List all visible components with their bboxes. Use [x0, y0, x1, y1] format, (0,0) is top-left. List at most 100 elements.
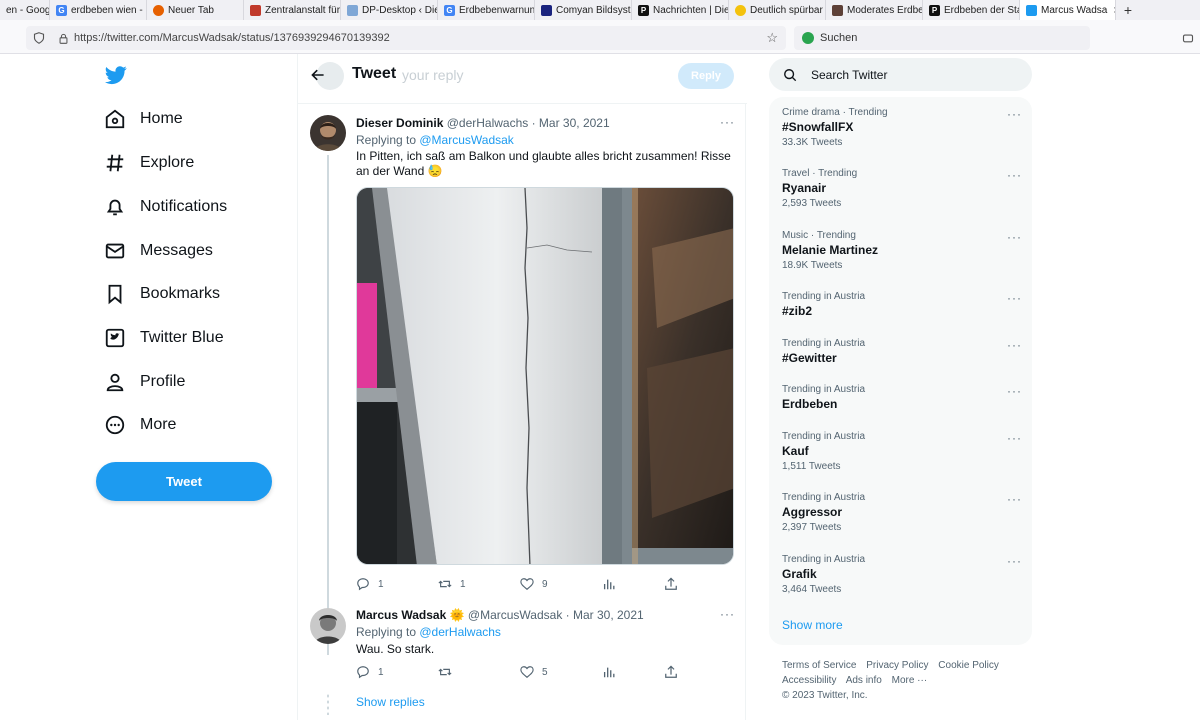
- analytics-icon: [603, 667, 615, 678]
- lock-icon[interactable]: [56, 31, 70, 45]
- trend-count: 3,464 Tweets: [782, 584, 842, 595]
- sidebar-item-more[interactable]: More: [104, 410, 176, 440]
- more-options-icon[interactable]: ···: [1007, 230, 1022, 244]
- browser-tab[interactable]: G Erdbebenwarnun: [438, 0, 535, 20]
- browser-tab[interactable]: en - Goog: [0, 0, 50, 20]
- browser-tab[interactable]: DP-Desktop ‹ Die: [341, 0, 438, 20]
- author-meta[interactable]: @derHalwachs · Mar 30, 2021: [447, 116, 610, 130]
- more-options-icon[interactable]: ···: [1007, 291, 1022, 305]
- browser-tab[interactable]: Moderates Erdbe: [826, 0, 923, 20]
- browser-tab[interactable]: Deutlich spürbar: [729, 0, 826, 20]
- back-arrow-icon[interactable]: [310, 65, 330, 85]
- google-icon: G: [444, 4, 455, 16]
- reply-input[interactable]: your reply: [402, 67, 463, 83]
- tweet[interactable]: Marcus Wadsak 🌞 @MarcusWadsak · Mar 30, …: [298, 599, 747, 720]
- share-icon: [665, 577, 677, 590]
- search-input[interactable]: Search Twitter: [769, 58, 1032, 91]
- sidebar-item-bookmarks[interactable]: Bookmarks: [104, 279, 220, 309]
- sidebar-item-messages[interactable]: Messages: [104, 236, 213, 266]
- like-action[interactable]: 9: [520, 577, 602, 591]
- privacy-link[interactable]: Privacy Policy: [866, 660, 928, 671]
- terms-link[interactable]: Terms of Service: [782, 660, 856, 671]
- twitter-logo-icon[interactable]: [104, 64, 128, 86]
- more-options-icon[interactable]: ···: [1007, 107, 1022, 121]
- like-action[interactable]: 5: [520, 665, 602, 679]
- more-options-icon[interactable]: ···: [720, 607, 735, 621]
- sidebar-item-home[interactable]: Home: [104, 104, 183, 134]
- replying-to: Replying to @MarcusWadsak: [356, 133, 514, 147]
- avatar[interactable]: [310, 115, 346, 151]
- views-action[interactable]: [602, 665, 664, 679]
- more-options-icon[interactable]: ···: [1007, 338, 1022, 352]
- trend-item[interactable]: Trending in Austria Grafik 3,464 Tweets …: [782, 554, 1022, 595]
- reply-action[interactable]: 1: [356, 577, 438, 591]
- browser-tab[interactable]: Comyan Bildsyst: [535, 0, 632, 20]
- author-name[interactable]: Marcus Wadsak 🌞: [356, 608, 465, 622]
- retweet-count: 1: [460, 578, 466, 590]
- browser-tab[interactable]: P Erdbeben der Sta: [923, 0, 1020, 20]
- trend-category: Travel · Trending: [782, 168, 858, 179]
- bell-icon: [106, 199, 124, 216]
- sidebar-item-notifications[interactable]: Notifications: [104, 192, 227, 222]
- show-replies-link[interactable]: Show replies: [356, 695, 425, 709]
- author-name[interactable]: Dieser Dominik: [356, 116, 443, 130]
- tweet[interactable]: Dieser Dominik @derHalwachs · Mar 30, 20…: [298, 109, 747, 655]
- trend-item[interactable]: Trending in Austria Kauf 1,511 Tweets ··…: [782, 431, 1022, 472]
- avatar[interactable]: [310, 608, 346, 644]
- left-sidebar: Home Explore Notifications Messages Book…: [96, 54, 286, 720]
- accessibility-link[interactable]: Accessibility: [782, 675, 836, 686]
- trend-item[interactable]: Trending in Austria Aggressor 2,397 Twee…: [782, 492, 1022, 533]
- new-tab-icon[interactable]: +: [1116, 2, 1140, 18]
- trend-item[interactable]: Music · Trending Melanie Martinez 18.9K …: [782, 230, 1022, 271]
- shield-icon[interactable]: [32, 31, 46, 45]
- extension-icon[interactable]: [1182, 32, 1194, 47]
- more-options-icon[interactable]: ···: [1007, 554, 1022, 568]
- url-bar[interactable]: https://twitter.com/MarcusWadsak/status/…: [26, 26, 786, 50]
- views-action[interactable]: [602, 577, 664, 591]
- trend-category: Music · Trending: [782, 230, 856, 241]
- more-options-icon[interactable]: ···: [1007, 431, 1022, 445]
- trend-item[interactable]: Trending in Austria #Gewitter ···: [782, 338, 1022, 365]
- tab-label: Erdbeben der Sta: [944, 4, 1020, 16]
- reply-action[interactable]: 1: [356, 665, 438, 679]
- trend-count: 18.9K Tweets: [782, 260, 843, 271]
- more-options-icon[interactable]: ···: [720, 115, 735, 129]
- bookmark-star-icon[interactable]: ☆: [766, 30, 778, 46]
- retweet-action[interactable]: [438, 665, 520, 679]
- show-more-link[interactable]: Show more: [782, 618, 843, 632]
- tweet-header: Marcus Wadsak 🌞 @MarcusWadsak · Mar 30, …: [356, 608, 644, 622]
- trend-item[interactable]: Crime drama · Trending #SnowfallFX 33.3K…: [782, 107, 1022, 148]
- browser-tab[interactable]: Gerdbeben wien -: [50, 0, 147, 20]
- sidebar-item-profile[interactable]: Profile: [104, 367, 185, 397]
- browser-tab[interactable]: P Nachrichten | Die: [632, 0, 729, 20]
- trend-item[interactable]: Travel · Trending Ryanair 2,593 Tweets ·…: [782, 168, 1022, 209]
- retweet-action[interactable]: 1: [438, 577, 520, 591]
- sidebar-item-explore[interactable]: Explore: [104, 148, 194, 178]
- sidebar-item-label: More: [140, 416, 177, 433]
- mention-link[interactable]: @MarcusWadsak: [419, 133, 513, 147]
- trend-item[interactable]: Trending in Austria #zib2 ···: [782, 291, 1022, 318]
- share-action[interactable]: [664, 665, 686, 679]
- sidebar-item-label: Home: [140, 110, 183, 127]
- more-link[interactable]: More ···: [892, 675, 928, 686]
- tweet-photo[interactable]: [356, 187, 734, 565]
- more-options-icon[interactable]: ···: [1007, 492, 1022, 506]
- tweet-button[interactable]: Tweet: [96, 462, 272, 501]
- envelope-icon: [105, 243, 125, 259]
- cookie-link[interactable]: Cookie Policy: [938, 660, 999, 671]
- ads-info-link[interactable]: Ads info: [846, 675, 882, 686]
- more-options-icon[interactable]: ···: [1007, 384, 1022, 398]
- trend-item[interactable]: Trending in Austria Erdbeben ···: [782, 384, 1022, 411]
- browser-tab[interactable]: Neuer Tab: [147, 0, 244, 20]
- mention-link[interactable]: @derHalwachs: [419, 625, 501, 639]
- sidebar-item-twitter-blue[interactable]: Twitter Blue: [104, 323, 224, 353]
- browser-tab-active[interactable]: Marcus Wadsa×: [1020, 0, 1116, 20]
- more-options-icon[interactable]: ···: [1007, 168, 1022, 182]
- browser-tab[interactable]: Zentralanstalt für: [244, 0, 341, 20]
- replying-prefix: Replying to: [356, 133, 420, 147]
- reply-button[interactable]: Reply: [678, 63, 734, 89]
- author-meta[interactable]: @MarcusWadsak · Mar 30, 2021: [468, 608, 644, 622]
- share-action[interactable]: [664, 577, 686, 591]
- reply-count: 1: [378, 666, 384, 678]
- browser-search-field[interactable]: Suchen: [794, 26, 1090, 50]
